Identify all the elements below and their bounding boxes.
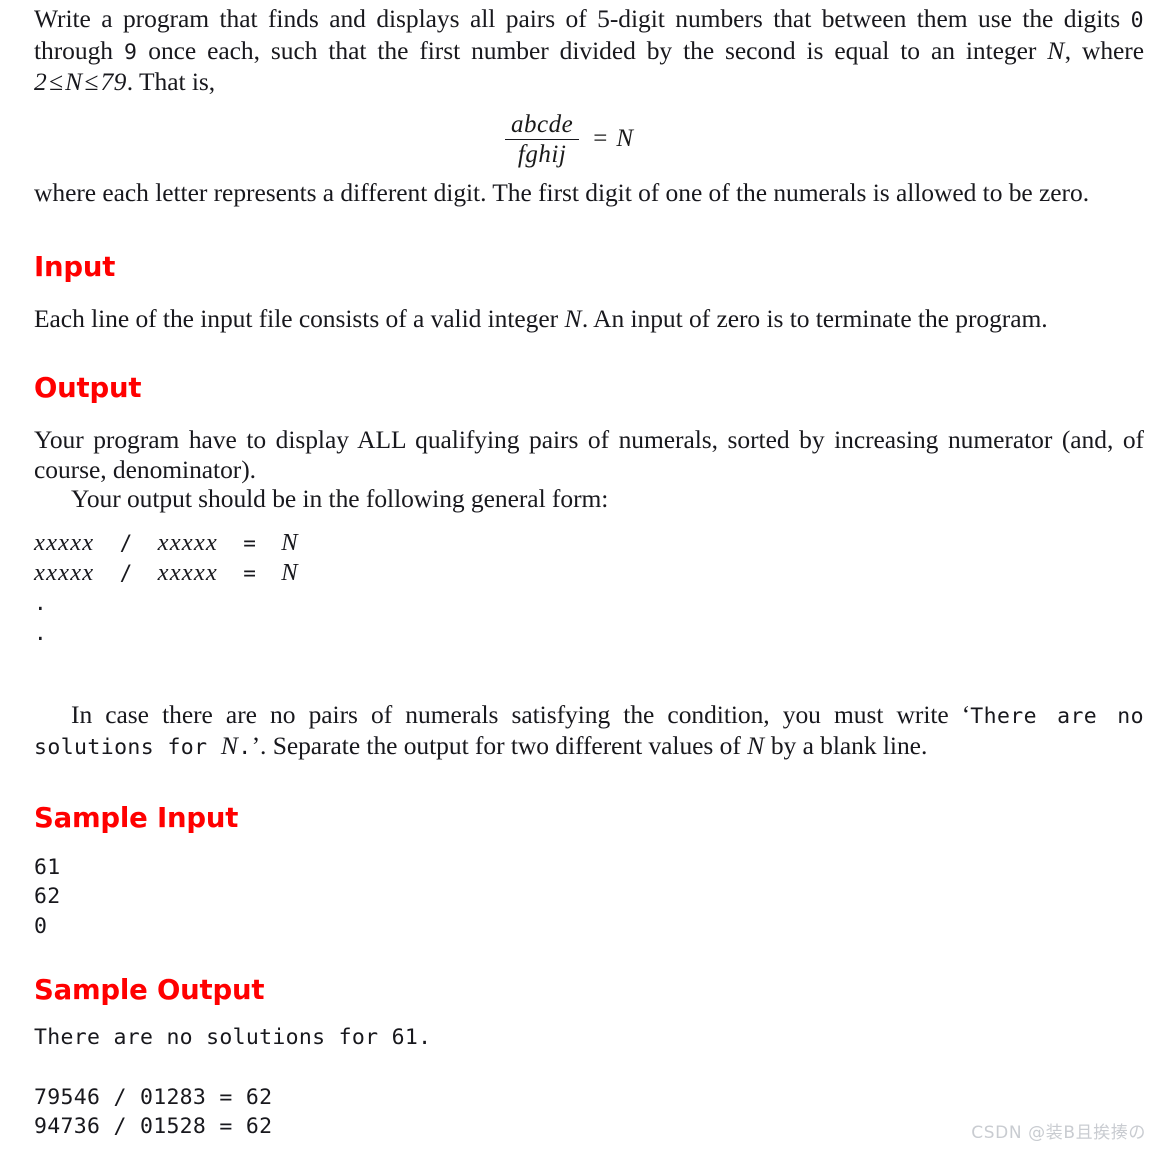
intro-text-part4: , where: [1064, 35, 1145, 65]
formula-result-n: N: [616, 125, 633, 153]
fraction: abcde fghij: [505, 110, 580, 169]
note-text-part1: In case there are no pairs of numerals s…: [71, 699, 971, 729]
format-denominator-placeholder: xxxxx: [157, 528, 218, 556]
output-format-block: xxxxx / xxxxx = N xxxxx / xxxxx = N . .: [34, 528, 1144, 648]
fraction-numerator: abcde: [511, 110, 574, 138]
note-code-variable-n: N: [220, 731, 239, 761]
heading-input: Input: [34, 250, 116, 283]
output-paragraph-1: Your program have to display ALL qualify…: [34, 425, 1144, 484]
variable-n-inline: N: [1047, 35, 1065, 65]
note-text-part3: by a blank line.: [764, 731, 928, 761]
equals-sign: =: [593, 125, 608, 153]
sample-input-line: 0: [34, 913, 48, 939]
intro-text-part3: once each, such that the first number di…: [137, 35, 1048, 65]
intro-text-part1: Write a program that finds and displays …: [34, 4, 1131, 33]
input-text-part2: . An input of zero is to terminate the p…: [581, 303, 1048, 333]
output-note-paragraph: In case there are no pairs of numerals s…: [34, 700, 1144, 763]
heading-output: Output: [34, 372, 142, 405]
format-result-n: N: [281, 528, 298, 556]
digit-zero-literal: 0: [1130, 8, 1144, 33]
format-line: xxxxx / xxxxx = N: [34, 558, 1144, 588]
intro-paragraph: Write a program that finds and displays …: [34, 4, 1144, 97]
heading-sample-output: Sample Output: [34, 974, 265, 1007]
sample-output-line: There are no solutions for 61.: [34, 1025, 432, 1051]
sample-input-line: 61: [34, 854, 61, 880]
after-formula-paragraph: where each letter represents a different…: [34, 178, 1090, 208]
input-variable-n: N: [564, 303, 582, 333]
range-variable-n: N: [65, 67, 83, 96]
less-equal-icon-1: ≤: [49, 67, 64, 96]
display-formula: abcde fghij = N: [34, 110, 1144, 169]
intro-text-part2: through: [34, 35, 124, 65]
format-line: xxxxx / xxxxx = N: [34, 528, 1144, 558]
range-upper-bound: 79: [100, 67, 127, 96]
format-slash: /: [119, 560, 133, 585]
sample-output-block-1: There are no solutions for 61.: [34, 1023, 1144, 1053]
format-slash: /: [119, 530, 133, 555]
format-result-n: N: [281, 558, 298, 586]
fraction-denominator: fghij: [517, 141, 567, 169]
format-numerator-placeholder: xxxxx: [34, 528, 95, 556]
format-numerator-placeholder: xxxxx: [34, 558, 95, 586]
less-equal-icon-2: ≤: [84, 67, 99, 96]
sample-input-line: 62: [34, 884, 61, 910]
document-page: Write a program that finds and displays …: [34, 4, 1144, 1142]
format-equals: =: [243, 560, 256, 585]
digit-nine-literal: 9: [123, 39, 138, 65]
input-text-part1: Each line of the input file consists of …: [34, 303, 565, 333]
intro-text-part5: . That is,: [126, 67, 216, 96]
note-code-period: .: [238, 735, 252, 761]
sample-output-line: 94736 / 01528 = 62: [34, 1114, 273, 1140]
ellipsis-dot: .: [34, 590, 47, 615]
output-paragraph-2: Your output should be in the following g…: [71, 484, 609, 514]
csdn-watermark: CSDN @装B且挨揍の: [971, 1123, 1146, 1143]
format-denominator-placeholder: xxxxx: [157, 558, 218, 586]
ellipsis-dot: .: [34, 620, 47, 645]
sample-input-block: 61 62 0: [34, 853, 1144, 942]
sample-output-line: 79546 / 01283 = 62: [34, 1084, 273, 1110]
note-text-part2: ’. Separate the output for two different…: [251, 731, 748, 761]
input-paragraph: Each line of the input file consists of …: [34, 304, 1144, 334]
heading-sample-input: Sample Input: [34, 801, 239, 834]
note-variable-n: N: [747, 731, 765, 761]
range-lower-bound: 2: [34, 67, 48, 96]
format-equals: =: [243, 530, 256, 555]
